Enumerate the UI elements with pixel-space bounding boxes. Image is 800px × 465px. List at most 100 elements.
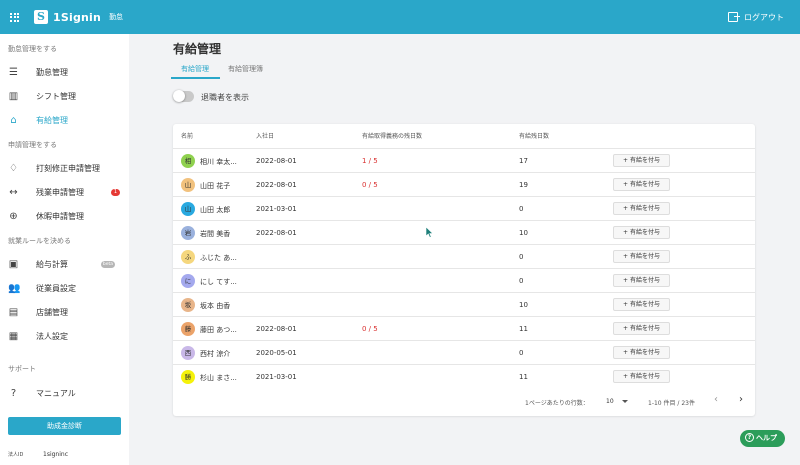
remaining-days: 10	[519, 229, 528, 237]
pagination-range: 1-10 件目 / 23件	[648, 400, 695, 407]
sidebar-item-label: 店舗管理	[36, 307, 68, 317]
table-row: 相相川 幸太... 2022-08-01 1 / 5 17 + 有給を付与	[173, 148, 755, 172]
grant-leave-button[interactable]: + 有給を付与	[613, 154, 670, 167]
grant-leave-button[interactable]: + 有給を付与	[613, 226, 670, 239]
sidebar-section-rules: 就業ルールを決める	[8, 237, 71, 245]
prev-page-button[interactable]: ‹	[714, 394, 718, 405]
table-row: 勝杉山 まさ... 2021-03-01 11 + 有給を付与	[173, 364, 755, 388]
column-header-name: 名前	[181, 133, 194, 140]
table-row: ふふじた あ... 0 + 有給を付与	[173, 244, 755, 268]
sidebar-item-label: 従業員設定	[36, 283, 76, 293]
employee-name: 岩間 美香	[200, 230, 231, 238]
next-page-button[interactable]: ›	[739, 394, 743, 405]
building-icon: ▦	[8, 330, 19, 342]
mouse-cursor-icon	[426, 227, 434, 238]
join-date: 2022-08-01	[256, 325, 297, 333]
employee-name: 山田 花子	[200, 182, 231, 190]
join-date: 2021-03-01	[256, 373, 297, 381]
obligation-remaining: 0 / 5	[362, 325, 378, 333]
help-button[interactable]: ? ヘルプ	[740, 430, 785, 447]
column-header-obligation: 有給取得義務の残日数	[362, 133, 423, 140]
employee-name: 相川 幸太...	[200, 158, 237, 166]
avatar: 勝	[181, 370, 195, 384]
employee-name: にし てす...	[200, 278, 237, 286]
sidebar-item-paid-leave[interactable]: ⌂ 有給管理	[0, 110, 129, 130]
employee-name: 山田 太郎	[200, 206, 231, 214]
sidebar-item-stores[interactable]: ▤ 店舗管理	[0, 302, 129, 322]
notification-badge: 1	[111, 188, 120, 196]
avatar: 相	[181, 154, 195, 168]
grant-leave-button[interactable]: + 有給を付与	[613, 346, 670, 359]
money-icon: ▣	[8, 258, 19, 270]
list-icon: ☰	[9, 66, 18, 78]
employee-name: 杉山 まさ...	[200, 374, 237, 382]
table-row: 坂坂本 由香 10 + 有給を付与	[173, 292, 755, 316]
remaining-days: 0	[519, 253, 524, 261]
chevron-down-icon[interactable]	[622, 400, 628, 403]
tab-paid-leave-ledger[interactable]: 有給管理簿	[228, 64, 263, 74]
sidebar-item-payroll[interactable]: ▣ 給与計算 beta	[0, 254, 129, 274]
home-icon: ⌂	[10, 114, 17, 126]
grant-leave-button[interactable]: + 有給を付与	[613, 322, 670, 335]
sidebar-section-attendance: 勤怠管理をする	[8, 45, 57, 53]
grant-leave-button[interactable]: + 有給を付与	[613, 370, 670, 383]
corp-id-value: 1signinc	[43, 451, 68, 458]
avatar: に	[181, 274, 195, 288]
grant-leave-button[interactable]: + 有給を付与	[613, 202, 670, 215]
logout-label: ログアウト	[744, 12, 784, 22]
grant-leave-button[interactable]: + 有給を付与	[613, 298, 670, 311]
people-icon: 👥	[8, 282, 21, 294]
page-title: 有給管理	[173, 42, 222, 56]
sidebar-item-label: 休暇申請管理	[36, 211, 84, 221]
sidebar-item-label: 勤怠管理	[36, 67, 68, 77]
join-date: 2022-08-01	[256, 229, 297, 237]
app-grid-icon[interactable]	[10, 12, 19, 22]
sidebar-item-label: 法人設定	[36, 331, 68, 341]
table-row: 藤藤田 あつ... 2022-08-01 0 / 5 11 + 有給を付与	[173, 316, 755, 340]
sidebar-item-attendance[interactable]: ☰ 勤怠管理	[0, 62, 129, 82]
remaining-days: 11	[519, 325, 528, 333]
table-row: 山山田 花子 2022-08-01 0 / 5 19 + 有給を付与	[173, 172, 755, 196]
sidebar-item-employees[interactable]: 👥 従業員設定	[0, 278, 129, 298]
logo-text: 1Signin	[53, 10, 102, 24]
sidebar-item-overtime[interactable]: ↔ 残業申請管理 1	[0, 182, 129, 202]
avatar: 山	[181, 178, 195, 192]
sidebar-section-support: サポート	[8, 365, 36, 373]
sidebar-item-punch-correction[interactable]: ♢ 打刻修正申請管理	[0, 158, 129, 178]
logout-button[interactable]: ログアウト	[728, 0, 784, 34]
corp-id-label: 法人ID	[8, 452, 24, 458]
show-retired-toggle[interactable]	[173, 90, 194, 102]
sidebar-item-manual[interactable]: ? マニュアル	[0, 383, 129, 403]
grant-leave-button[interactable]: + 有給を付与	[613, 274, 670, 287]
sidebar-item-shift[interactable]: ▥ シフト管理	[0, 86, 129, 106]
avatar: 坂	[181, 298, 195, 312]
sidebar-item-corporation[interactable]: ▦ 法人設定	[0, 326, 129, 346]
sidebar-item-label: マニュアル	[36, 388, 76, 398]
remaining-days: 10	[519, 301, 528, 309]
remaining-days: 11	[519, 373, 528, 381]
sidebar-item-label: 打刻修正申請管理	[36, 163, 100, 173]
join-date: 2020-05-01	[256, 349, 297, 357]
active-tab-indicator	[171, 77, 220, 79]
join-date: 2021-03-01	[256, 205, 297, 213]
column-header-remaining: 有給残日数	[519, 133, 550, 140]
avatar: 山	[181, 202, 195, 216]
remaining-days: 0	[519, 277, 524, 285]
grant-leave-button[interactable]: + 有給を付与	[613, 250, 670, 263]
avatar: 岩	[181, 226, 195, 240]
join-date: 2022-08-01	[256, 181, 297, 189]
rows-per-page-select[interactable]: 10	[606, 398, 614, 405]
grant-leave-button[interactable]: + 有給を付与	[613, 178, 670, 191]
subsidy-diagnosis-button[interactable]: 助成金診断	[8, 417, 121, 435]
sidebar: 勤怠管理をする ☰ 勤怠管理 ▥ シフト管理 ⌂ 有給管理 申請管理をする ♢ …	[0, 34, 129, 465]
sidebar-item-label: 残業申請管理	[36, 187, 84, 197]
employee-name: ふじた あ...	[200, 254, 237, 262]
sidebar-item-label: シフト管理	[36, 91, 76, 101]
employee-name: 坂本 由香	[200, 302, 231, 310]
bell-icon: ♢	[9, 162, 18, 174]
columns-icon: ▥	[8, 90, 19, 102]
remaining-days: 19	[519, 181, 528, 189]
sidebar-item-leave-request[interactable]: ⊕ 休暇申請管理	[0, 206, 129, 226]
sidebar-section-requests: 申請管理をする	[8, 141, 57, 149]
tab-paid-leave[interactable]: 有給管理	[181, 64, 209, 74]
